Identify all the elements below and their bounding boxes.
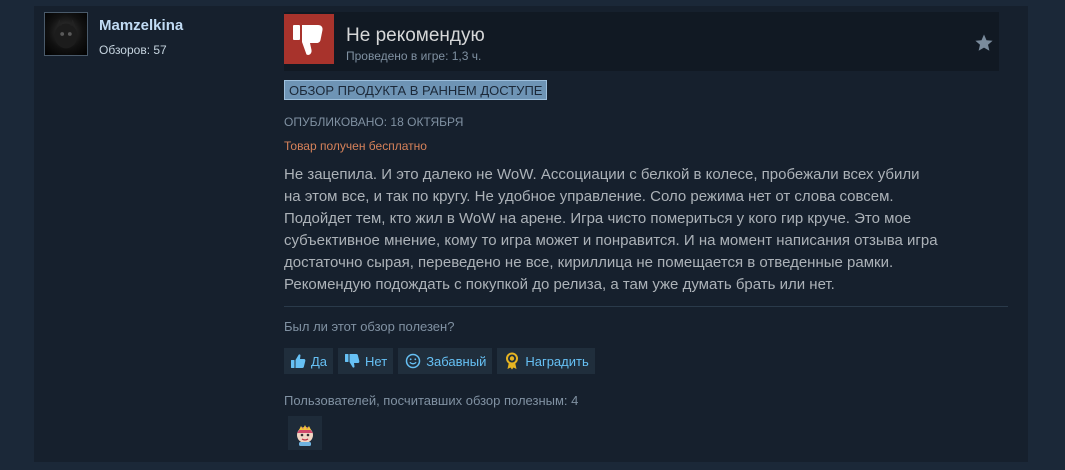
award-button[interactable]: Наградить [497,348,595,374]
author-review-count[interactable]: Обзоров: 57 [99,43,167,57]
award-character-icon[interactable] [288,416,322,450]
vote-yes-label: Да [311,353,328,369]
review-line: достаточно сырая, переведено не все, кир… [284,254,894,271]
avatar[interactable] [44,12,88,56]
helpful-count: Пользователей, посчитавших обзор полезны… [284,393,579,408]
early-access-badge: ОБЗОР ПРОДУКТА В РАННЕМ ДОСТУПЕ [284,80,548,100]
review-line: Подойдет тем, кто жил в WoW на арене. Иг… [284,210,912,227]
playtime: Проведено в игре: 1,3 ч. [346,49,482,63]
helpful-question: Был ли этот обзор полезен? [284,319,455,334]
review-line: на этом все, и так по кругу. Не удобное … [284,188,894,205]
star-icon[interactable] [974,33,994,53]
vote-no-button[interactable]: Нет [338,348,394,374]
review-header: Не рекомендую Проведено в игре: 1,3 ч. [284,12,999,71]
smiley-icon [404,352,422,370]
thumbs-down-icon [284,14,334,64]
review-line: Не зацепила. И это далеко не WoW. Ассоци… [284,166,920,183]
review-card: Mamzelkina Обзоров: 57 Не рекомендую Про… [34,6,1028,462]
received-free-notice: Товар получен бесплатно [284,139,427,153]
divider [284,306,1008,307]
posted-date: ОПУБЛИКОВАНО: 18 ОКТЯБРЯ [284,115,464,129]
vote-yes-button[interactable]: Да [284,348,334,374]
review-body: Не зацепила. И это далеко не WoW. Ассоци… [284,164,994,296]
review-line: Рекомендую подождать с покупкой до релиз… [284,276,835,293]
review-verdict[interactable]: Не рекомендую [346,25,485,47]
vote-funny-label: Забавный [426,353,487,369]
award-label: Наградить [525,353,589,369]
vote-funny-button[interactable]: Забавный [398,348,493,374]
review-line: субъективное мнение, кому то игра может … [284,232,938,249]
thumbs-down-icon [343,352,361,370]
thumbs-up-icon [289,352,307,370]
author-name[interactable]: Mamzelkina [99,17,183,34]
award-ribbon-icon [503,352,521,370]
feedback-buttons: Да Нет Забавный Наградить [284,348,595,374]
vote-no-label: Нет [365,353,388,369]
